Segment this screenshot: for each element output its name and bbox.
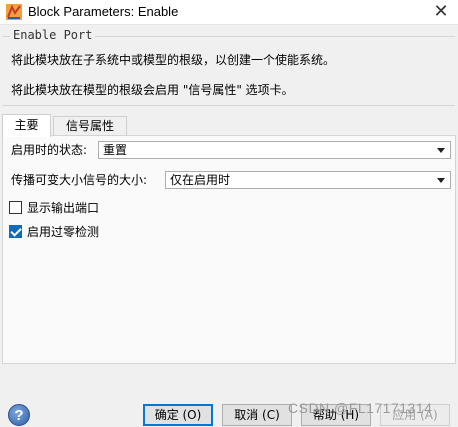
watermark: CSDN @FL17171314 xyxy=(288,400,433,416)
description-line-1: 将此模块放在子系统中或模型的根级，以创建一个使能系统。 xyxy=(11,53,336,67)
chevron-down-icon xyxy=(437,178,445,183)
zero-crossing-row[interactable]: 启用过零检测 xyxy=(9,223,99,239)
chevron-down-icon xyxy=(437,148,445,153)
zero-crossing-label: 启用过零检测 xyxy=(27,224,100,239)
help-icon[interactable]: ? xyxy=(8,404,30,426)
main-panel: 启用时的状态: 重置 传播可变大小信号的大小: 仅在启用时 显示输出端口 启用过… xyxy=(2,135,456,364)
show-output-port-row[interactable]: 显示输出端口 xyxy=(9,199,99,215)
close-button[interactable]: ✕ xyxy=(424,0,458,24)
states-when-enabling-label: 启用时的状态: xyxy=(11,143,88,157)
description-line-2: 将此模块放在模型的根级会启用 "信号属性" 选项卡。 xyxy=(11,83,294,97)
propagate-sizes-label: 传播可变大小信号的大小: xyxy=(11,173,148,187)
cancel-button[interactable]: 取消 (C) xyxy=(222,404,292,426)
app-icon xyxy=(6,4,22,20)
tab-signal-attributes[interactable]: 信号属性 xyxy=(53,116,127,136)
title-bar: Block Parameters: Enable ✕ xyxy=(0,0,458,25)
window-title: Block Parameters: Enable xyxy=(28,4,179,19)
tab-main[interactable]: 主要 xyxy=(2,114,51,137)
close-icon: ✕ xyxy=(433,1,449,22)
show-output-port-checkbox[interactable] xyxy=(9,200,22,214)
propagate-sizes-select[interactable]: 仅在启用时 xyxy=(165,171,451,189)
zero-crossing-checkbox[interactable] xyxy=(9,224,22,238)
states-when-enabling-select[interactable]: 重置 xyxy=(98,141,451,159)
show-output-port-label: 显示输出端口 xyxy=(27,200,100,215)
tab-bar: 主要 信号属性 xyxy=(2,114,456,137)
ok-button[interactable]: 确定 (O) xyxy=(143,404,213,426)
states-when-enabling-value: 重置 xyxy=(103,143,128,157)
description-group: Enable Port 将此模块放在子系统中或模型的根级，以创建一个使能系统。 … xyxy=(2,28,455,106)
group-title: Enable Port xyxy=(10,28,96,42)
propagate-sizes-value: 仅在启用时 xyxy=(170,173,231,187)
